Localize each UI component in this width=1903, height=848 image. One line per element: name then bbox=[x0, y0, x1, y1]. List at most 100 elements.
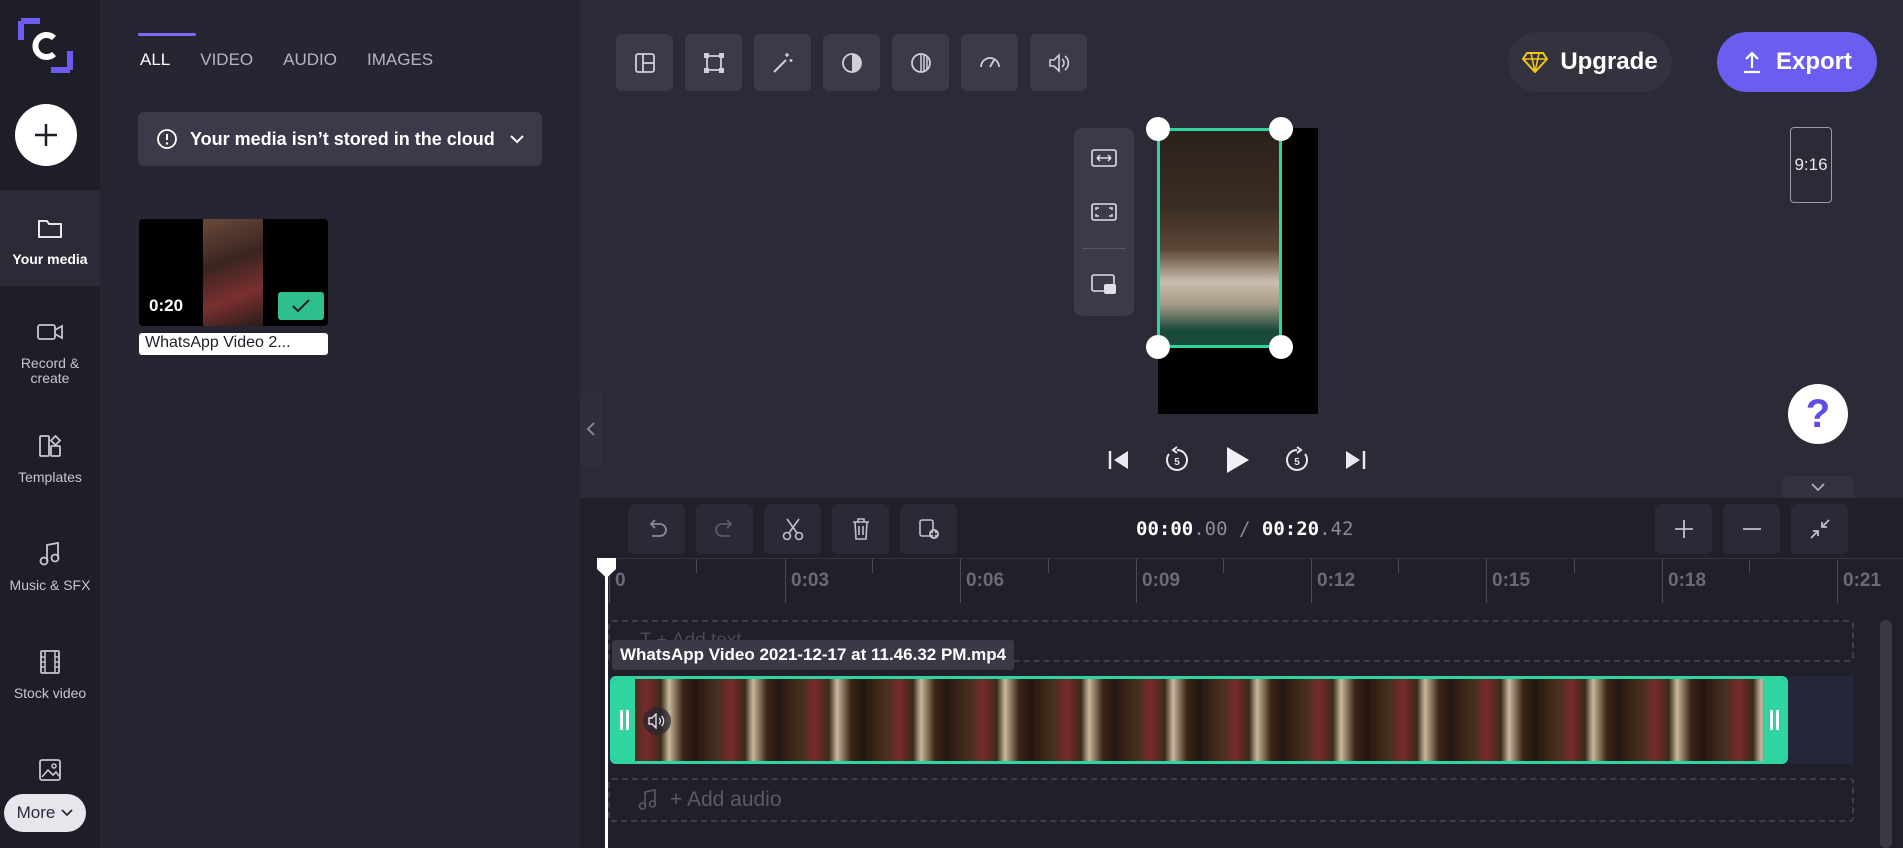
picture-in-picture-button[interactable] bbox=[1088, 268, 1120, 300]
play-icon[interactable] bbox=[1223, 445, 1251, 475]
current-time: 00:00 bbox=[1136, 518, 1194, 540]
timeline-toolbar bbox=[628, 504, 957, 554]
tab-images[interactable]: IMAGES bbox=[367, 50, 433, 70]
upload-icon bbox=[1743, 51, 1760, 74]
layout-icon bbox=[634, 52, 655, 73]
playback-controls: 5 5 bbox=[1107, 444, 1367, 476]
skip-to-end-icon[interactable] bbox=[1343, 449, 1367, 471]
sidebar-item-record-create[interactable]: Record & create bbox=[0, 318, 100, 386]
forward-5-icon[interactable]: 5 bbox=[1283, 446, 1311, 474]
speaker-icon bbox=[1048, 52, 1069, 73]
rewind-5-icon[interactable]: 5 bbox=[1163, 446, 1191, 474]
ruler-minor-tick bbox=[1749, 559, 1750, 573]
resize-handle-bottom-left[interactable] bbox=[1146, 335, 1170, 359]
magic-wand-icon bbox=[772, 52, 792, 73]
more-label: More bbox=[16, 803, 56, 822]
contrast-icon bbox=[841, 52, 862, 73]
fit-width-button[interactable] bbox=[1088, 142, 1120, 174]
audio-track[interactable]: + Add audio bbox=[608, 778, 1854, 822]
ruler-tick: 0:09 bbox=[1136, 559, 1180, 603]
chevron-down-icon bbox=[61, 809, 73, 817]
fade-icon bbox=[910, 52, 931, 73]
layout-tool-button[interactable] bbox=[616, 34, 673, 91]
effects-tool-button[interactable] bbox=[754, 34, 811, 91]
duplicate-icon bbox=[918, 519, 939, 539]
collapse-arrows-icon bbox=[1809, 519, 1830, 539]
fade-tool-button[interactable] bbox=[892, 34, 949, 91]
sidebar-item-templates[interactable]: Templates bbox=[0, 432, 100, 485]
tab-audio[interactable]: AUDIO bbox=[283, 50, 337, 70]
minus-icon bbox=[1742, 528, 1761, 530]
zoom-controls bbox=[1655, 504, 1848, 554]
sidebar-item-images[interactable] bbox=[0, 756, 100, 794]
chevron-down-icon bbox=[1811, 482, 1825, 491]
media-panel: ALL VIDEO AUDIO IMAGES Your media isn’t … bbox=[100, 0, 580, 848]
collapse-preview-button[interactable] bbox=[1782, 476, 1854, 498]
upgrade-label: Upgrade bbox=[1560, 48, 1658, 75]
diamond-icon bbox=[1522, 52, 1549, 73]
color-tool-button[interactable] bbox=[823, 34, 880, 91]
playhead[interactable] bbox=[605, 558, 608, 848]
ruler-tick: 0:06 bbox=[960, 559, 1004, 603]
sidebar-item-your-media[interactable]: Your media bbox=[0, 190, 100, 286]
tab-all[interactable]: ALL bbox=[140, 50, 170, 70]
ruler-tick: 0:18 bbox=[1662, 559, 1706, 603]
editing-toolbar bbox=[616, 34, 1087, 91]
video-clip[interactable] bbox=[610, 676, 1788, 764]
fit-timeline-button[interactable] bbox=[1791, 504, 1848, 554]
zoom-in-button[interactable] bbox=[1655, 504, 1712, 554]
duplicate-button[interactable] bbox=[900, 504, 957, 554]
music-note-icon bbox=[638, 789, 657, 810]
sidebar-item-music-sfx[interactable]: Music & SFX bbox=[0, 540, 100, 593]
collapse-panel-button[interactable] bbox=[580, 392, 602, 466]
resize-handle-top-right[interactable] bbox=[1269, 117, 1293, 141]
thumbnail-image bbox=[203, 219, 263, 326]
sidebar-item-label: Your media bbox=[12, 251, 88, 267]
redo-button[interactable] bbox=[696, 504, 753, 554]
undo-button[interactable] bbox=[628, 504, 685, 554]
plus-icon bbox=[1674, 520, 1693, 538]
tab-video[interactable]: VIDEO bbox=[200, 50, 253, 70]
resize-handle-top-left[interactable] bbox=[1146, 117, 1170, 141]
ruler-minor-tick bbox=[696, 559, 697, 573]
fill-button[interactable] bbox=[1088, 196, 1120, 228]
more-button[interactable]: More bbox=[4, 794, 86, 832]
fit-width-icon bbox=[1091, 149, 1117, 167]
help-button[interactable]: ? bbox=[1788, 384, 1848, 444]
sidebar-item-label: Stock video bbox=[13, 685, 87, 701]
split-button[interactable] bbox=[764, 504, 821, 554]
add-button[interactable] bbox=[15, 104, 77, 166]
clipchamp-logo[interactable] bbox=[18, 18, 73, 73]
speedometer-icon bbox=[979, 56, 1000, 67]
speed-tool-button[interactable] bbox=[961, 34, 1018, 91]
cloud-notice-banner[interactable]: Your media isn’t stored in the cloud bbox=[138, 112, 542, 166]
undo-icon bbox=[649, 519, 667, 537]
clip-trim-handle-right[interactable] bbox=[1763, 679, 1785, 761]
skip-to-start-icon[interactable] bbox=[1107, 449, 1131, 471]
aspect-ratio-button[interactable]: 9:16 bbox=[1790, 127, 1832, 203]
timeline-scrollbar[interactable] bbox=[1880, 620, 1892, 848]
speaker-icon bbox=[648, 713, 665, 729]
upgrade-button[interactable]: Upgrade bbox=[1508, 32, 1672, 92]
audio-tool-button[interactable] bbox=[1030, 34, 1087, 91]
zoom-out-button[interactable] bbox=[1723, 504, 1780, 554]
clip-trim-handle-left[interactable] bbox=[613, 679, 635, 761]
crop-tool-button[interactable] bbox=[685, 34, 742, 91]
media-tabs: ALL VIDEO AUDIO IMAGES bbox=[140, 50, 433, 70]
selection-box[interactable] bbox=[1157, 128, 1282, 348]
resize-handle-bottom-right[interactable] bbox=[1269, 335, 1293, 359]
film-icon bbox=[36, 648, 64, 676]
sidebar-item-stock-video[interactable]: Stock video bbox=[0, 648, 100, 701]
transform-icon bbox=[703, 52, 724, 73]
export-label: Export bbox=[1775, 48, 1852, 75]
scissors-icon bbox=[782, 518, 803, 541]
export-button[interactable]: Export bbox=[1717, 32, 1877, 92]
fill-frame-icon bbox=[1091, 203, 1117, 221]
media-thumbnail[interactable]: 0:20 bbox=[139, 219, 328, 326]
delete-button[interactable] bbox=[832, 504, 889, 554]
tab-underline bbox=[138, 33, 196, 36]
clip-volume-button[interactable] bbox=[643, 707, 671, 735]
timeline-ruler[interactable]: 0 0:03 0:06 0:09 0:12 0:15 0:18 0:21 bbox=[600, 558, 1903, 603]
clip-name-label: WhatsApp Video 2021-12-17 at 11.46.32 PM… bbox=[612, 640, 1015, 670]
ruler-minor-tick bbox=[1574, 559, 1575, 573]
